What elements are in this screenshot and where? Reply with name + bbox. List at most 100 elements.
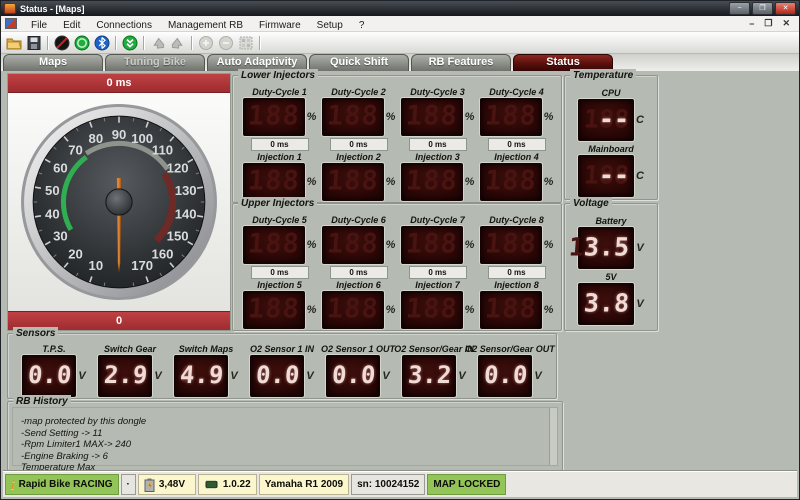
zoom-in-icon xyxy=(197,34,215,51)
tab-quick-shift[interactable]: Quick Shift xyxy=(309,54,409,71)
injector-column: Duty-Cycle 4188%0 msInjection 4188% xyxy=(477,87,556,201)
bluetooth-icon[interactable] xyxy=(93,34,111,51)
mdi-child-icon xyxy=(5,18,17,29)
close-button[interactable]: ✕ xyxy=(775,2,796,15)
volt-unit-label: V xyxy=(154,370,161,382)
percent-unit-label: % xyxy=(386,239,396,251)
display-value: 0.0 xyxy=(255,361,300,389)
save-icon[interactable] xyxy=(25,34,43,51)
chip-icon xyxy=(204,480,219,489)
rb-history-box: -map protected by this dongle-Send Setti… xyxy=(12,407,558,466)
display-ghost-digits: 188 xyxy=(326,165,380,196)
duty-cycle-display: 188 xyxy=(480,226,542,264)
connect-icon[interactable] xyxy=(73,34,91,51)
app-window: Status - [Maps] − ❐ ✕ FileEditConnection… xyxy=(0,0,800,500)
menu-item-edit[interactable]: Edit xyxy=(55,20,88,31)
window-title: Status - [Maps] xyxy=(20,4,727,14)
tab-bar: MapsTuning BikeAuto AdaptivityQuick Shif… xyxy=(1,54,799,71)
tab-rb-features[interactable]: RB Features xyxy=(411,54,511,71)
history-line: -Rpm Limiter1 MAX-> 240 xyxy=(21,439,547,451)
display-ghost-digits: 188 xyxy=(405,100,459,131)
percent-unit-label: % xyxy=(544,304,554,316)
menu-item-file[interactable]: File xyxy=(23,20,55,31)
display-ghost-digits: 188 xyxy=(247,293,301,324)
history-line: -Send Setting -> 11 xyxy=(21,428,547,440)
unit-label: C xyxy=(636,170,644,182)
gauge-tick-label: 60 xyxy=(53,161,68,176)
menu-bar: FileEditConnectionsManagement RBFirmware… xyxy=(1,16,799,32)
restore-button[interactable]: ❐ xyxy=(752,2,773,15)
injection-label: Injection 6 xyxy=(336,280,381,291)
gauge-tick-label: 120 xyxy=(167,161,189,176)
duty-cycle-label: Duty-Cycle 6 xyxy=(331,215,386,226)
mdi-close-button[interactable]: ✕ xyxy=(777,18,795,29)
sensor-display: 8.82.9 xyxy=(98,355,152,397)
percent-unit-label: % xyxy=(307,304,317,316)
display-ghost-digits: 188 xyxy=(247,165,301,196)
duty-cycle-label: Duty-Cycle 8 xyxy=(489,215,544,226)
gauge-tick-label: 100 xyxy=(131,131,153,146)
status-page: 0 ms 10203040506070809010011012013014015… xyxy=(3,71,797,470)
statusbar-label: Yamaha R1 2009 xyxy=(265,479,343,490)
temperature-display: 188-- xyxy=(578,99,634,141)
menu-item-connections[interactable]: Connections xyxy=(88,20,160,31)
statusbar-label: · xyxy=(127,479,130,490)
volt-unit-label: V xyxy=(382,370,389,382)
disconnect-icon[interactable] xyxy=(53,34,71,51)
duty-cycle-display: 188 xyxy=(243,226,305,264)
sensor-cell: O2 Sensor/Gear IN8.83.2V xyxy=(396,344,472,397)
duty-cycle-display: 188 xyxy=(243,98,305,136)
menu-item-firmware[interactable]: Firmware xyxy=(251,20,309,31)
history-line: -Engine Braking -> 6 xyxy=(21,451,547,463)
percent-unit-label: % xyxy=(307,111,317,123)
volt-unit-label: V xyxy=(78,370,85,382)
gauge-tick-label: 50 xyxy=(45,183,60,198)
lower-injectors-group: Lower Injectors Duty-Cycle 1188%0 msInje… xyxy=(232,75,562,203)
duty-ms-value: 0 ms xyxy=(330,138,388,151)
tab-maps[interactable]: Maps xyxy=(3,54,103,71)
volt-unit-label: V xyxy=(534,370,541,382)
injector-column: Duty-Cycle 8188%0 msInjection 8188% xyxy=(477,215,556,329)
upper-injectors-group: Upper Injectors Duty-Cycle 5188%0 msInje… xyxy=(232,203,562,331)
injection-display: 188 xyxy=(401,163,463,201)
percent-unit-label: % xyxy=(465,304,475,316)
sensor-label: O2 Sensor 1 OUT xyxy=(321,344,395,355)
gauge-tick-label: 30 xyxy=(53,228,68,243)
gauge-tick-label: 90 xyxy=(112,127,127,142)
injection-label: Injection 3 xyxy=(415,152,460,163)
gauge-tick-label: 130 xyxy=(175,183,197,198)
menu-item-setup[interactable]: Setup xyxy=(309,20,351,31)
open-folder-icon[interactable] xyxy=(5,34,23,51)
group-title: Temperature xyxy=(570,69,636,82)
menu-item--[interactable]: ? xyxy=(351,20,373,31)
display-ghost-digits: 188 xyxy=(405,293,459,324)
percent-unit-label: % xyxy=(544,176,554,188)
menu-item-management-rb[interactable]: Management RB xyxy=(160,20,251,31)
duty-ms-value: 0 ms xyxy=(251,266,309,279)
injector-column: Duty-Cycle 7188%0 msInjection 7188% xyxy=(398,215,477,329)
duty-cycle-label: Duty-Cycle 1 xyxy=(252,87,307,98)
toolbar-separator xyxy=(143,36,145,50)
sensor-label: T.P.S. xyxy=(42,344,65,355)
minimize-button[interactable]: − xyxy=(729,2,750,15)
mdi-restore-button[interactable]: ❐ xyxy=(759,18,777,29)
gauge-tick-label: 170 xyxy=(131,258,153,273)
injection-label: Injection 2 xyxy=(336,152,381,163)
temperature-group: Temperature CPU188--CMainboard188--C xyxy=(564,75,658,200)
injection-label: Injection 4 xyxy=(494,152,539,163)
injection-display: 188 xyxy=(322,163,384,201)
sensor-label: Switch Gear xyxy=(104,344,156,355)
sensor-display: 8.80.0 xyxy=(22,355,76,397)
injector-column: Duty-Cycle 3188%0 msInjection 3188% xyxy=(398,87,477,201)
sensor-label: O2 Sensor/Gear OUT xyxy=(465,344,555,355)
sensors-group: Sensors T.P.S.8.80.0VSwitch Gear8.82.9VS… xyxy=(7,333,557,399)
duty-cycle-label: Duty-Cycle 4 xyxy=(489,87,544,98)
download-icon[interactable] xyxy=(121,34,139,51)
sensor-display: 8.80.0 xyxy=(478,355,532,397)
mdi-minimize-button[interactable]: − xyxy=(744,19,759,29)
history-scrollbar[interactable] xyxy=(549,408,557,465)
undo-arrow-icon xyxy=(149,34,167,51)
sensor-display: 8.80.0 xyxy=(250,355,304,397)
voltage-display: 18.83.5 xyxy=(578,227,634,269)
display-ghost-digits: 188 xyxy=(326,228,380,259)
